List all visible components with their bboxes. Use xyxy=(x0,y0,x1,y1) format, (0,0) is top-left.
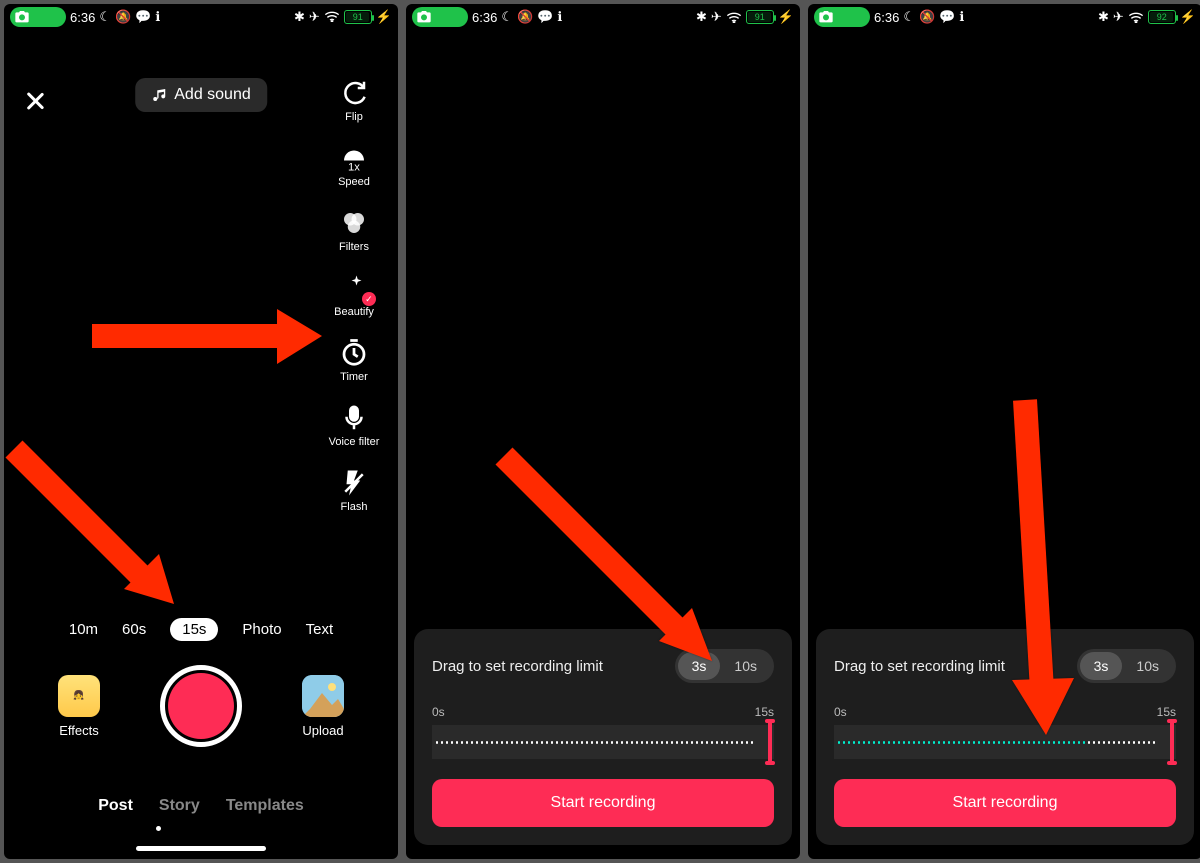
airplane-icon: ✈ xyxy=(309,9,320,25)
tool-column: Flip 1x Speed Filters ✓ Beautify Timer V… xyxy=(324,78,384,513)
timer-panel: Drag to set recording limit 3s 10s 0s 15… xyxy=(816,629,1194,845)
limit-handle[interactable] xyxy=(768,721,772,763)
mute-icon: 🔕 xyxy=(115,9,131,25)
mode-row: Post Story Templates xyxy=(4,797,398,815)
arrow-annotation xyxy=(92,304,322,369)
chat-icon: 💬 xyxy=(135,9,151,25)
upload-button[interactable]: Upload xyxy=(302,675,344,738)
start-recording-button[interactable]: Start recording xyxy=(834,779,1176,827)
effects-button[interactable]: 👧 Effects xyxy=(58,675,100,738)
mic-icon xyxy=(339,403,369,433)
flip-icon xyxy=(339,78,369,108)
camera-screen: 6:36 ☾ 🔕 💬 ℹ ✱ ✈ 91 ⚡ Add sound Flip xyxy=(4,4,398,859)
upload-icon xyxy=(302,675,344,717)
arrow-annotation xyxy=(4,424,194,624)
mode-templates[interactable]: Templates xyxy=(226,797,304,815)
recording-limit-slider[interactable] xyxy=(432,725,774,759)
status-bar: 6:36 ☾🔕💬ℹ ✱✈ 92 ⚡ xyxy=(808,4,1200,30)
music-note-icon xyxy=(151,87,167,103)
camera-indicator xyxy=(412,7,468,27)
add-sound-button[interactable]: Add sound xyxy=(135,78,267,112)
status-bar: 6:36 ☾ 🔕 💬 ℹ ✱ ✈ 91 ⚡ xyxy=(4,4,398,30)
effects-icon: 👧 xyxy=(58,675,100,717)
battery-indicator: 91 xyxy=(344,10,372,24)
timer-icon xyxy=(339,338,369,368)
dnd-icon: ☾ xyxy=(99,9,111,25)
duration-15s[interactable]: 15s xyxy=(170,618,218,641)
speed-tool[interactable]: 1x Speed xyxy=(338,143,370,188)
flash-tool[interactable]: Flash xyxy=(339,468,369,513)
wave-end-label: 15s xyxy=(1157,705,1176,719)
timer-panel: Drag to set recording limit 3s 10s 0s 15… xyxy=(414,629,792,845)
limit-handle[interactable] xyxy=(1170,721,1174,763)
camera-indicator xyxy=(814,7,870,27)
record-button[interactable] xyxy=(160,665,242,747)
timer-screen-dragged: 6:36 ☾🔕💬ℹ ✱✈ 92 ⚡ Drag to set recording … xyxy=(808,4,1200,859)
clock: 6:36 xyxy=(874,10,899,25)
flip-tool[interactable]: Flip xyxy=(339,78,369,123)
mode-story[interactable]: Story xyxy=(159,797,200,815)
speed-icon: 1x xyxy=(339,143,369,173)
add-sound-label: Add sound xyxy=(174,86,251,104)
mode-post[interactable]: Post xyxy=(98,797,133,815)
home-indicator[interactable] xyxy=(136,846,266,851)
wave-end-label: 15s xyxy=(755,705,774,719)
flash-icon xyxy=(339,468,369,498)
countdown-10s[interactable]: 10s xyxy=(720,652,771,680)
timer-tool[interactable]: Timer xyxy=(339,338,369,383)
wifi-icon xyxy=(324,10,340,25)
clock: 6:36 xyxy=(70,10,95,25)
duration-row: 10m 60s 15s Photo Text xyxy=(4,621,398,641)
status-bar: 6:36 ☾🔕💬ℹ ✱✈ 91 ⚡ xyxy=(406,4,800,30)
timer-screen: 6:36 ☾🔕💬ℹ ✱✈ 91 ⚡ Drag to set recording … xyxy=(406,4,800,859)
duration-60s[interactable]: 60s xyxy=(122,621,146,641)
countdown-3s[interactable]: 3s xyxy=(1080,652,1123,680)
timer-panel-title: Drag to set recording limit xyxy=(432,658,603,675)
duration-text[interactable]: Text xyxy=(306,621,334,641)
info-icon: ℹ xyxy=(155,9,160,25)
filters-icon xyxy=(339,208,369,238)
battery-indicator: 92 xyxy=(1148,10,1176,24)
battery-indicator: 91 xyxy=(746,10,774,24)
countdown-10s[interactable]: 10s xyxy=(1122,652,1173,680)
check-badge-icon: ✓ xyxy=(362,292,376,306)
timer-panel-title: Drag to set recording limit xyxy=(834,658,1005,675)
mode-indicator-dot xyxy=(156,826,161,831)
duration-photo[interactable]: Photo xyxy=(242,621,281,641)
beautify-tool[interactable]: ✓ Beautify xyxy=(334,273,374,318)
countdown-toggle: 3s 10s xyxy=(675,649,774,683)
charging-icon: ⚡ xyxy=(376,9,392,25)
start-recording-button[interactable]: Start recording xyxy=(432,779,774,827)
wave-start-label: 0s xyxy=(432,705,445,719)
svg-text:1x: 1x xyxy=(348,162,360,174)
camera-indicator xyxy=(10,7,66,27)
close-button[interactable] xyxy=(22,88,48,114)
duration-10m[interactable]: 10m xyxy=(69,621,98,641)
wave-start-label: 0s xyxy=(834,705,847,719)
voice-filter-tool[interactable]: Voice filter xyxy=(329,403,380,448)
bluetooth-icon: ✱ xyxy=(294,9,305,25)
countdown-3s[interactable]: 3s xyxy=(678,652,721,680)
countdown-toggle: 3s 10s xyxy=(1077,649,1176,683)
recording-limit-slider[interactable] xyxy=(834,725,1176,759)
clock: 6:36 xyxy=(472,10,497,25)
filters-tool[interactable]: Filters xyxy=(339,208,369,253)
